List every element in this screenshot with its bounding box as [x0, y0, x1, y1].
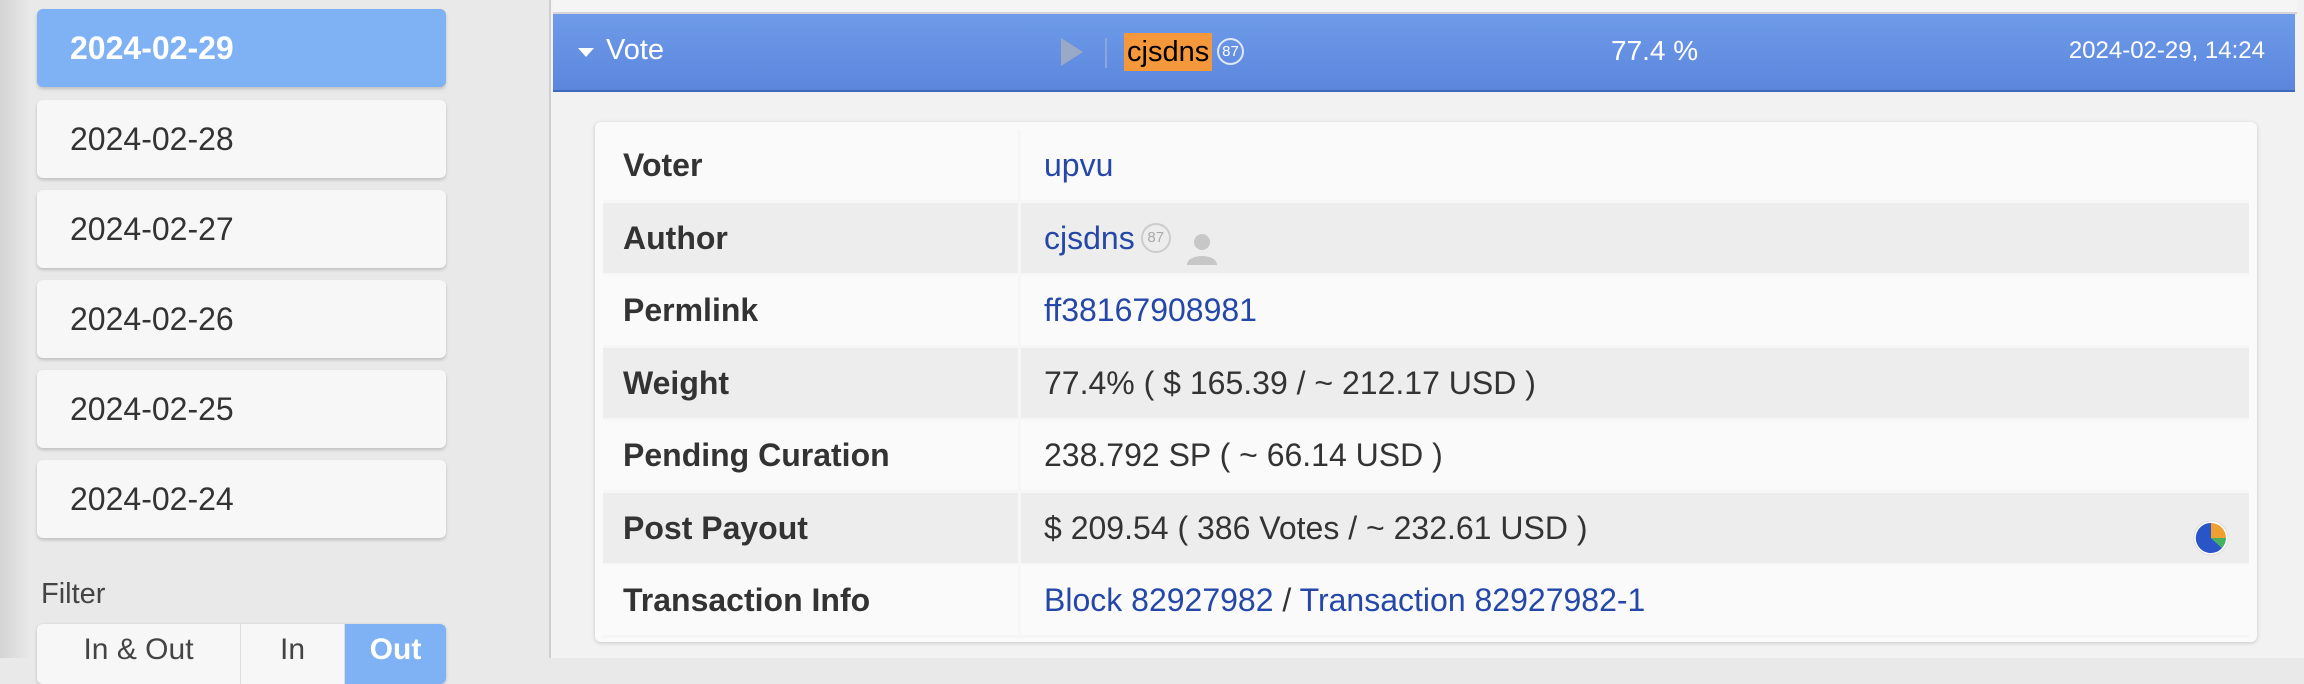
post-payout-label: Post Payout: [603, 493, 1021, 563]
author-label: Author: [603, 203, 1021, 273]
block-link[interactable]: Block 82927982: [1044, 582, 1274, 618]
filter-out-button[interactable]: Out: [345, 624, 446, 684]
filter-label: Filter: [41, 578, 106, 610]
caret-down-icon[interactable]: [578, 48, 594, 57]
previous-entry-strip: [553, 0, 2297, 14]
filter-in-out-button[interactable]: In & Out: [37, 624, 241, 684]
permlink-value: ff38167908981: [1024, 275, 2249, 345]
transaction-info-value: Block 82927982 / Transaction 82927982-1: [1024, 565, 2249, 635]
user-icon[interactable]: [1185, 220, 1219, 265]
voter-label: Voter: [603, 130, 1021, 200]
author-reputation-badge: 87: [1217, 38, 1244, 65]
vote-title: Vote: [606, 34, 665, 66]
transaction-separator: /: [1273, 582, 1300, 618]
pending-curation-label: Pending Curation: [603, 420, 1021, 490]
divider: [1105, 38, 1107, 68]
sidebar-shadow: [0, 0, 30, 658]
permlink-link[interactable]: ff38167908981: [1044, 292, 1257, 328]
vote-header[interactable]: Vote cjsdns 87 77.4 % 2024-02-29, 14:24: [553, 14, 2295, 92]
table-row-transaction-info: Transaction Info Block 82927982 / Transa…: [603, 565, 2249, 638]
date-item-2024-02-28[interactable]: 2024-02-28: [37, 100, 446, 178]
permlink-label: Permlink: [603, 275, 1021, 345]
voter-value: upvu: [1024, 130, 2249, 200]
table-row-pending-curation: Pending Curation 238.792 SP ( ~ 66.14 US…: [603, 420, 2249, 493]
voter-link[interactable]: upvu: [1044, 147, 1113, 183]
author-tag[interactable]: cjsdns: [1124, 33, 1213, 71]
date-item-2024-02-25[interactable]: 2024-02-25: [37, 370, 446, 448]
table-row-author: Author cjsdns 87: [603, 203, 2249, 276]
weight-label: Weight: [603, 348, 1021, 418]
table-row-weight: Weight 77.4% ( $ 165.39 / ~ 212.17 USD ): [603, 348, 2249, 421]
filter-in-button[interactable]: In: [241, 624, 345, 684]
post-payout-text: $ 209.54 ( 386 Votes / ~ 232.61 USD ): [1044, 510, 1588, 546]
author-value: cjsdns 87: [1024, 203, 2249, 273]
date-item-2024-02-24[interactable]: 2024-02-24: [37, 460, 446, 538]
weight-value: 77.4% ( $ 165.39 / ~ 212.17 USD ): [1044, 365, 1536, 401]
vote-timestamp: 2024-02-29, 14:24: [2068, 37, 2265, 64]
pie-chart-icon[interactable]: [2193, 510, 2229, 556]
table-row-voter: Voter upvu: [603, 130, 2249, 203]
transaction-info-label: Transaction Info: [603, 565, 1021, 635]
vote-details-table: Voter upvu Author cjsdns 87 Permlink ff38…: [595, 122, 2257, 642]
filter-toggle-group: In & Out In Out: [37, 624, 446, 684]
author-link[interactable]: cjsdns: [1044, 220, 1135, 256]
date-item-2024-02-26[interactable]: 2024-02-26: [37, 280, 446, 358]
pending-curation-value: 238.792 SP ( ~ 66.14 USD ): [1044, 437, 1443, 473]
table-row-post-payout: Post Payout $ 209.54 ( 386 Votes / ~ 232…: [603, 493, 2249, 566]
transaction-link[interactable]: Transaction 82927982-1: [1300, 582, 1646, 618]
play-icon[interactable]: [1061, 38, 1083, 66]
author-reputation-badge: 87: [1140, 222, 1171, 253]
sidebar: 2024-02-29 2024-02-28 2024-02-27 2024-02…: [0, 0, 475, 684]
post-payout-value: $ 209.54 ( 386 Votes / ~ 232.61 USD ): [1024, 493, 2249, 563]
date-item-2024-02-29[interactable]: 2024-02-29: [37, 9, 446, 87]
date-item-2024-02-27[interactable]: 2024-02-27: [37, 190, 446, 268]
table-row-permlink: Permlink ff38167908981: [603, 275, 2249, 348]
vote-percent: 77.4 %: [1611, 35, 1699, 66]
